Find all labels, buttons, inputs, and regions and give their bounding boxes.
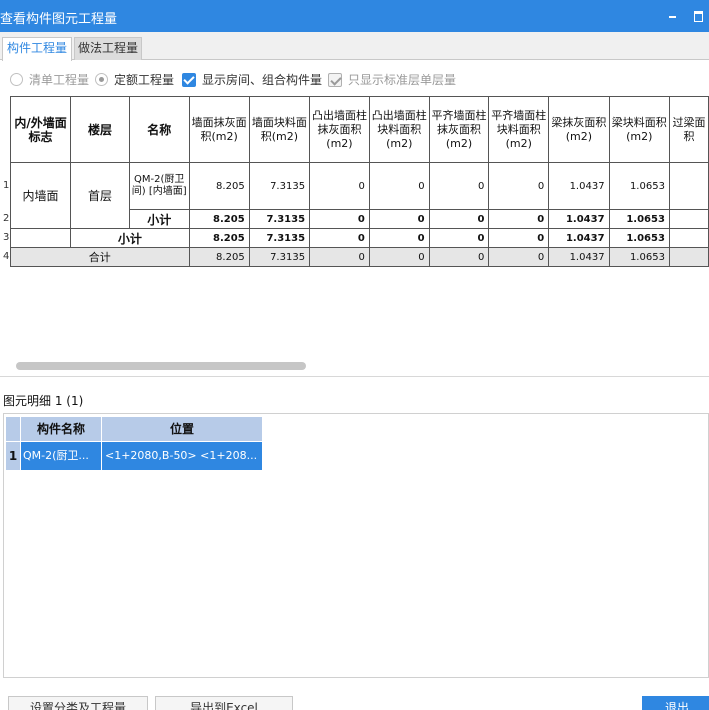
header-floor: 楼层 [70, 96, 130, 163]
checkbox-std-floor-label: 只显示标准层单层量 [348, 73, 457, 87]
radio-quota-qty-label: 定额工程量 [114, 73, 175, 87]
cell-value[interactable]: 0 [368, 209, 430, 229]
header-col: 平齐墙面柱抹灰面积(m2) [428, 96, 490, 163]
cell-value[interactable] [668, 162, 709, 210]
detail-header-name[interactable]: 构件名称 [21, 417, 101, 441]
tab-method-qty[interactable]: 做法工程量 [74, 37, 142, 60]
quantity-grid: 1 2 3 4 内/外墙面标志 楼层 名称 墙面抹灰面积(m2) 墙面块料面积(… [0, 96, 709, 378]
cell-value[interactable]: 0 [488, 247, 550, 267]
cell-value[interactable]: 1.0437 [548, 209, 610, 229]
header-col: 墙面抹灰面积(m2) [188, 96, 250, 163]
table-row[interactable]: 内墙面 首层 QM-2(厨卫间) [内墙面] 8.205 7.3135 0 0 … [9, 162, 709, 229]
header-col: 梁块料面积(m2) [608, 96, 670, 163]
window-title: 查看构件图元工程量 [0, 12, 118, 27]
cell-value[interactable]: 1.0653 [608, 209, 670, 229]
set-qty-button[interactable]: 设置分类及工程量 [8, 696, 148, 710]
table-row-total[interactable]: 合计 8.205 7.3135 0 0 0 0 1.0437 1.0653 [10, 247, 709, 267]
detail-header-position[interactable]: 位置 [102, 417, 262, 441]
cell-value[interactable]: 8.205 [188, 228, 250, 248]
header-name: 名称 [128, 96, 190, 163]
minimize-icon[interactable] [666, 8, 680, 22]
cell-value[interactable]: 7.3135 [248, 228, 311, 248]
cell-value[interactable]: 0 [309, 247, 370, 267]
row-number: 3 [3, 232, 10, 243]
cell-floor[interactable]: 首层 [70, 162, 130, 229]
tab-component-qty[interactable]: 构件工程量 [2, 37, 72, 61]
cell-value[interactable]: 0 [488, 162, 550, 210]
checkbox-disabled-icon [328, 73, 342, 87]
row-number: 4 [3, 251, 10, 262]
options-bar: 清单工程量 定额工程量 显示房间、组合构件量 只显示标准层单层量 [0, 68, 709, 92]
horizontal-scrollbar-thumb[interactable] [16, 362, 306, 370]
radio-list-qty-label: 清单工程量 [29, 73, 90, 87]
cell-value[interactable]: 7.3135 [248, 247, 311, 267]
maximize-icon[interactable] [692, 8, 706, 22]
cell-value[interactable]: 1.0653 [608, 247, 670, 267]
cell-subtotal-label: 小计 [70, 228, 190, 248]
cell-value[interactable]: 1.0653 [608, 228, 670, 248]
radio-circle-icon [10, 73, 23, 86]
radio-quota-qty[interactable]: 定额工程量 [95, 72, 174, 88]
title-bar: 查看构件图元工程量 [0, 0, 709, 32]
cell-value[interactable]: 7.3135 [248, 162, 311, 210]
cell-value[interactable]: 8.205 [188, 209, 250, 229]
tab-strip: 构件工程量 做法工程量 [0, 32, 709, 61]
header-col: 墙面块料面积(m2) [248, 96, 311, 163]
header-col: 凸出墙面柱抹灰面积(m2) [309, 96, 370, 163]
cell-value[interactable]: 0 [368, 162, 430, 210]
row-number: 2 [3, 213, 10, 224]
cell-subtotal-label: 小计 [128, 209, 190, 229]
cell-value[interactable]: 0 [368, 228, 430, 248]
cell-wall-flag[interactable]: 内墙面 [9, 162, 72, 229]
cell-value[interactable]: 0 [428, 228, 490, 248]
header-wall-flag: 内/外墙面标志 [9, 96, 72, 163]
cell-value[interactable]: 8.205 [188, 162, 250, 210]
header-col: 凸出墙面柱块料面积(m2) [368, 96, 430, 163]
table-header-row: 内/外墙面标志 楼层 名称 墙面抹灰面积(m2) 墙面块料面积(m2) 凸出墙面… [9, 96, 709, 163]
detail-label: 图元明细 1 (1) [3, 394, 84, 408]
cell-value[interactable] [668, 247, 709, 267]
cell-value[interactable] [668, 228, 709, 248]
cell-value[interactable]: 0 [488, 228, 550, 248]
cell-value[interactable]: 1.0437 [548, 228, 610, 248]
header-col: 梁抹灰面积(m2) [548, 96, 610, 163]
cell-value[interactable] [668, 209, 709, 229]
detail-cell-name[interactable]: QM-2(厨卫... [21, 442, 101, 470]
cell-value[interactable]: 0 [428, 247, 490, 267]
cell-value[interactable]: 1.0653 [608, 162, 670, 210]
cell-blank [9, 228, 72, 248]
cell-total-label: 合计 [10, 247, 190, 267]
cell-value[interactable]: 1.0437 [548, 162, 610, 210]
checkbox-checked-icon [182, 73, 196, 87]
cell-value[interactable]: 0 [428, 162, 490, 210]
cell-value[interactable]: 0 [428, 209, 490, 229]
detail-row-number[interactable]: 1 [6, 442, 20, 470]
header-col: 平齐墙面柱块料面积(m2) [488, 96, 550, 163]
cell-value[interactable]: 7.3135 [248, 209, 311, 229]
cell-value[interactable]: 0 [309, 209, 370, 229]
cell-value[interactable]: 0 [309, 162, 370, 210]
cell-name[interactable]: QM-2(厨卫间) [内墙面] [128, 162, 190, 210]
export-excel-button[interactable]: 导出到Excel [155, 696, 293, 710]
detail-cell-position[interactable]: <1+2080,B-50> <1+208... [102, 442, 262, 470]
table-row-subtotal[interactable]: 小计 8.205 7.3135 0 0 0 0 1.0437 1.0653 [9, 228, 709, 248]
checkbox-show-rooms-label: 显示房间、组合构件量 [202, 73, 323, 87]
cell-value[interactable]: 0 [368, 247, 430, 267]
radio-selected-icon [95, 73, 108, 86]
cell-value[interactable]: 0 [309, 228, 370, 248]
row-number: 1 [3, 180, 10, 191]
header-col: 过梁面积 [668, 96, 709, 163]
detail-header-rownum [6, 417, 20, 441]
checkbox-std-floor-only: 只显示标准层单层量 [328, 72, 456, 88]
cell-value[interactable]: 1.0437 [548, 247, 610, 267]
detail-grid: 构件名称 位置 1 QM-2(厨卫... <1+2080,B-50> <1+20… [3, 413, 709, 678]
cell-value[interactable]: 8.205 [188, 247, 250, 267]
radio-list-qty[interactable]: 清单工程量 [10, 72, 89, 88]
exit-button[interactable]: 退出 [642, 696, 709, 710]
quantity-window: 查看构件图元工程量 构件工程量 做法工程量 清单工程量 定额工程量 显示房间、组… [0, 0, 709, 710]
cell-value[interactable]: 0 [488, 209, 550, 229]
quantity-table: 内/外墙面标志 楼层 名称 墙面抹灰面积(m2) 墙面块料面积(m2) 凸出墙面… [9, 96, 709, 267]
checkbox-show-rooms[interactable]: 显示房间、组合构件量 [182, 72, 322, 88]
